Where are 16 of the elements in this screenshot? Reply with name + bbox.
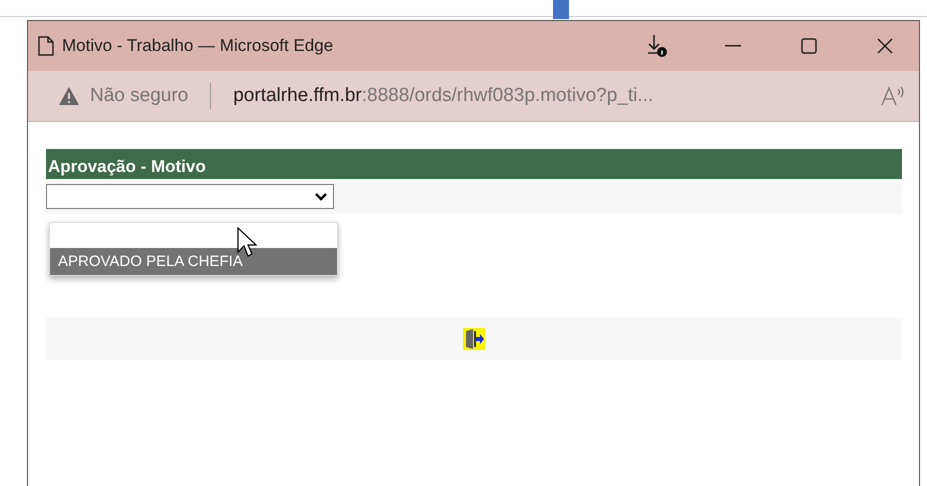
minimize-icon — [725, 45, 741, 47]
tab-indicator — [553, 0, 569, 19]
security-label[interactable]: Não seguro — [90, 85, 188, 107]
page-icon — [38, 36, 54, 56]
exit-door-icon[interactable] — [463, 328, 485, 350]
maximize-icon — [801, 38, 817, 54]
chevron-down-icon — [315, 192, 327, 200]
dropdown-option[interactable]: APROVADO PELA CHEFIA — [50, 248, 337, 275]
window-title: Motivo - Trabalho — Microsoft Edge — [62, 36, 334, 56]
reason-select[interactable] — [46, 184, 334, 209]
read-aloud-icon[interactable] — [881, 86, 905, 106]
download-icon — [646, 34, 668, 58]
url-text[interactable]: portalrhe.ffm.br:8888/ords/rhwf083p.motivo?p_ti... — [233, 85, 871, 107]
close-icon — [877, 38, 893, 54]
warning-icon — [58, 86, 80, 106]
form-header: Aprovação - Motivo — [46, 149, 902, 179]
